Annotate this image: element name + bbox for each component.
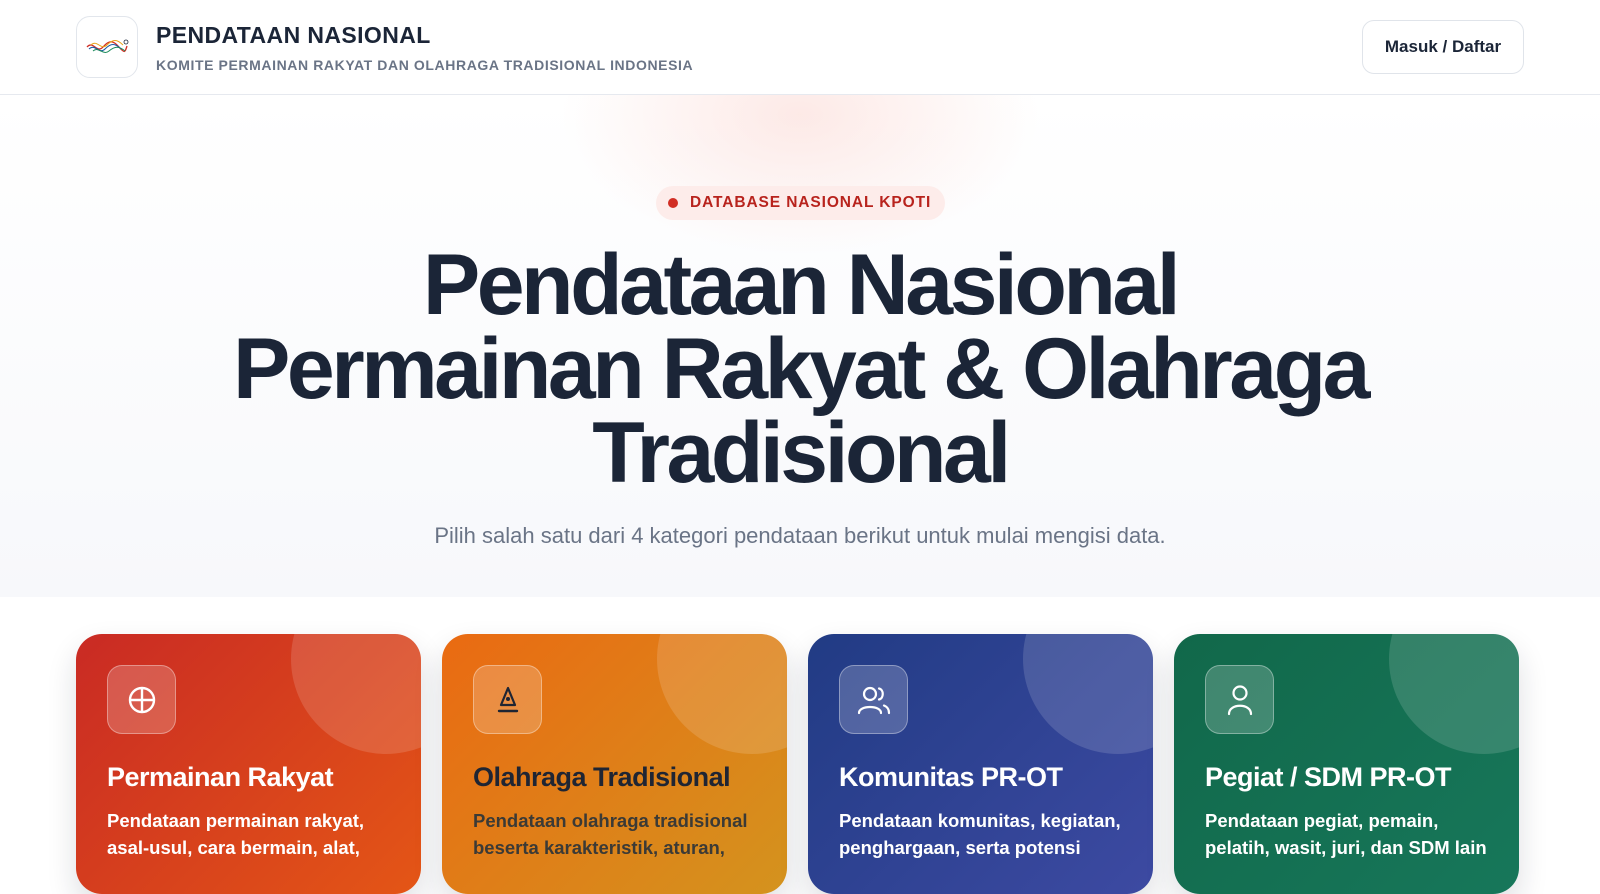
card-decoration	[1389, 634, 1519, 754]
card-decoration	[1023, 634, 1153, 754]
category-card-komunitas[interactable]: Komunitas PR-OT Pendataan komunitas, keg…	[808, 634, 1153, 894]
card-description: Pendataan komunitas, kegiatan, pengharga…	[839, 810, 1121, 858]
pen-nib-icon	[497, 686, 518, 712]
brand-subtitle: KOMITE PERMAINAN RAKYAT DAN OLAHRAGA TRA…	[156, 56, 694, 73]
card-description: Pendataan pegiat, pemain, pelatih, wasit…	[1205, 810, 1487, 858]
brand-title: PENDATAAN NASIONAL	[156, 21, 431, 48]
card-icon-box	[1205, 665, 1274, 734]
database-badge: DATABASE NASIONAL KPOTI	[656, 186, 946, 220]
card-title: Pegiat / SDM PR-OT	[1205, 762, 1452, 792]
card-description: Pendataan olahraga tradisional beserta k…	[473, 810, 748, 858]
user-icon	[1227, 684, 1252, 715]
hero-title-line: Tradisional	[592, 405, 1011, 501]
card-icon-box	[473, 665, 542, 734]
badge-dot-icon	[668, 198, 678, 208]
card-icon-box	[839, 665, 908, 734]
users-icon	[857, 686, 890, 714]
hero-subtitle: Pilih salah satu dari 4 kategori pendata…	[434, 523, 1166, 548]
card-title: Permainan Rakyat	[107, 762, 334, 792]
hero-glow	[560, 95, 1040, 255]
site-header: PENDATAAN NASIONAL KOMITE PERMAINAN RAKY…	[0, 0, 1600, 95]
card-title: Olahraga Tradisional	[473, 762, 731, 792]
hero-title: Pendataan Nasional Permainan Rakyat & Ol…	[0, 237, 1600, 501]
hero-section: DATABASE NASIONAL KPOTI Pendataan Nasion…	[0, 95, 1600, 597]
category-card-olahraga-tradisional[interactable]: Olahraga Tradisional Pendataan olahraga …	[442, 634, 787, 894]
hero-title-line: Permainan Rakyat & Olahraga	[233, 321, 1370, 417]
hero-title-line: Pendataan Nasional	[422, 237, 1181, 333]
card-icon-box	[107, 665, 176, 734]
brand: PENDATAAN NASIONAL KOMITE PERMAINAN RAKY…	[156, 22, 693, 73]
card-title: Komunitas PR-OT	[839, 762, 1063, 792]
kpoti-logo-icon	[86, 39, 129, 53]
card-decoration	[657, 634, 787, 754]
category-card-pegiat-sdm[interactable]: Pegiat / SDM PR-OT Pendataan pegiat, pem…	[1174, 634, 1519, 894]
card-description: Pendataan permainan rakyat, asal-usul, c…	[107, 810, 365, 858]
card-decoration	[291, 634, 421, 754]
category-card-permainan-rakyat[interactable]: Permainan Rakyat Pendataan permainan rak…	[76, 634, 421, 894]
badge-text: DATABASE NASIONAL KPOTI	[690, 194, 932, 211]
logo[interactable]	[76, 16, 138, 78]
crosshair-icon	[128, 686, 155, 713]
login-register-button[interactable]: Masuk / Daftar	[1362, 20, 1524, 74]
